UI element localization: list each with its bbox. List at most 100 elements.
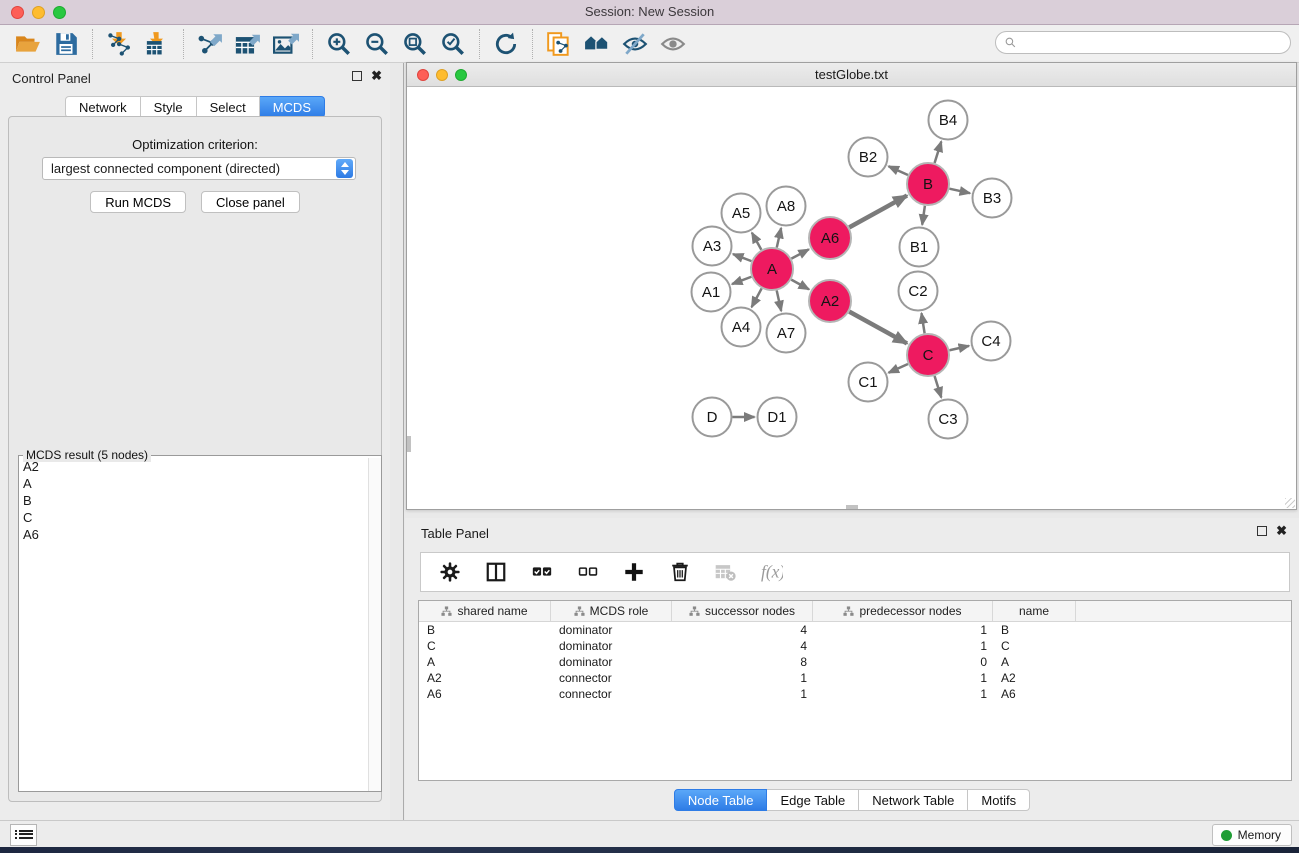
table-row[interactable]: A6connector11A6 <box>419 686 1291 702</box>
column-header-shared-name[interactable]: shared name <box>419 601 551 621</box>
cell-successor-nodes[interactable]: 4 <box>672 623 813 637</box>
network-window-titlebar[interactable]: testGlobe.txt <box>407 63 1296 87</box>
edge-B-B1[interactable] <box>922 206 925 225</box>
close-panel-icon[interactable]: ✖ <box>371 71 382 81</box>
zoom-in-icon[interactable] <box>323 29 355 59</box>
float-panel-icon[interactable] <box>352 71 362 81</box>
edge-A-A8[interactable] <box>777 228 781 248</box>
mcds-result-item[interactable]: A2 <box>19 458 368 475</box>
mcds-result-list[interactable]: A2ABCA6 <box>19 458 368 791</box>
task-history-button[interactable] <box>10 824 37 846</box>
cell-successor-nodes[interactable]: 1 <box>672 687 813 701</box>
cell-shared-name[interactable]: C <box>419 639 551 653</box>
mcds-result-item[interactable]: B <box>19 492 368 509</box>
show-all-icon[interactable] <box>657 29 689 59</box>
cell-successor-nodes[interactable]: 4 <box>672 639 813 653</box>
edge-B-B3[interactable] <box>949 189 970 193</box>
columns-icon[interactable] <box>483 559 509 585</box>
search-input[interactable] <box>1022 34 1290 52</box>
tab-motifs[interactable]: Motifs <box>968 789 1030 811</box>
float-table-panel-icon[interactable] <box>1257 526 1267 536</box>
copy-network-icon[interactable] <box>543 29 575 59</box>
tab-network[interactable]: Network <box>65 96 141 118</box>
column-header-name[interactable]: name <box>993 601 1076 621</box>
tab-network-table[interactable]: Network Table <box>859 789 968 811</box>
cell-predecessor-nodes[interactable]: 1 <box>813 671 993 685</box>
tab-node-table[interactable]: Node Table <box>674 789 768 811</box>
cell-shared-name[interactable]: B <box>419 623 551 637</box>
table-row[interactable]: Bdominator41B <box>419 622 1291 638</box>
close-panel-button[interactable]: Close panel <box>201 191 300 213</box>
network-view[interactable]: AA6A2BCA5A8A3A1A4A7B2B4B3B1C2C4C1C3DD1 <box>407 87 1296 509</box>
edge-A-A5[interactable] <box>752 233 761 250</box>
memory-button[interactable]: Memory <box>1212 824 1292 846</box>
tab-edge-table[interactable]: Edge Table <box>767 789 859 811</box>
first-neighbors-icon[interactable] <box>581 29 613 59</box>
edge-C-C2[interactable] <box>921 313 924 333</box>
network-vscroll-thumb[interactable] <box>407 436 411 452</box>
run-mcds-button[interactable]: Run MCDS <box>90 191 186 213</box>
cell-name[interactable]: A <box>993 655 1076 669</box>
table-row[interactable]: A2connector11A2 <box>419 670 1291 686</box>
cell-MCDS-role[interactable]: dominator <box>551 655 672 669</box>
optimization-criterion-select[interactable]: largest connected component (directed) <box>42 157 356 180</box>
cell-name[interactable]: C <box>993 639 1076 653</box>
mcds-result-item[interactable]: C <box>19 509 368 526</box>
cell-shared-name[interactable]: A <box>419 655 551 669</box>
cell-name[interactable]: B <box>993 623 1076 637</box>
save-session-icon[interactable] <box>50 29 82 59</box>
refresh-icon[interactable] <box>490 29 522 59</box>
mcds-result-scrollbar[interactable] <box>368 458 381 791</box>
mcds-result-item[interactable]: A6 <box>19 526 368 543</box>
cell-predecessor-nodes[interactable]: 1 <box>813 623 993 637</box>
open-session-icon[interactable] <box>12 29 44 59</box>
tab-select[interactable]: Select <box>197 96 260 118</box>
mcds-result-item[interactable]: A <box>19 475 368 492</box>
column-header-MCDS-role[interactable]: MCDS role <box>551 601 672 621</box>
cell-shared-name[interactable]: A6 <box>419 687 551 701</box>
cell-successor-nodes[interactable]: 8 <box>672 655 813 669</box>
export-image-icon[interactable] <box>270 29 302 59</box>
zoom-fit-icon[interactable] <box>399 29 431 59</box>
column-header-predecessor-nodes[interactable]: predecessor nodes <box>813 601 993 621</box>
close-table-panel-icon[interactable]: ✖ <box>1276 526 1287 536</box>
import-network-icon[interactable] <box>103 29 135 59</box>
cell-successor-nodes[interactable]: 1 <box>672 671 813 685</box>
tab-style[interactable]: Style <box>141 96 197 118</box>
edge-A2-C[interactable] <box>849 312 907 344</box>
edge-A-A6[interactable] <box>791 249 808 258</box>
edge-C-C3[interactable] <box>935 376 942 398</box>
tab-mcds[interactable]: MCDS <box>260 96 325 118</box>
cell-name[interactable]: A2 <box>993 671 1076 685</box>
table-row[interactable]: Adominator80A <box>419 654 1291 670</box>
cell-MCDS-role[interactable]: connector <box>551 671 672 685</box>
edge-B-B2[interactable] <box>889 166 908 175</box>
cell-MCDS-role[interactable]: dominator <box>551 623 672 637</box>
cell-MCDS-role[interactable]: dominator <box>551 639 672 653</box>
search-box[interactable] <box>995 31 1291 54</box>
edge-A6-B[interactable] <box>849 196 907 228</box>
edge-A-A4[interactable] <box>752 288 762 307</box>
edge-A-A2[interactable] <box>791 280 809 290</box>
cell-MCDS-role[interactable]: connector <box>551 687 672 701</box>
add-row-icon[interactable] <box>621 559 647 585</box>
column-header-successor-nodes[interactable]: successor nodes <box>672 601 813 621</box>
import-table-icon[interactable] <box>141 29 173 59</box>
edge-A-A7[interactable] <box>777 290 781 311</box>
select-all-icon[interactable] <box>529 559 555 585</box>
cell-predecessor-nodes[interactable]: 1 <box>813 687 993 701</box>
cell-predecessor-nodes[interactable]: 0 <box>813 655 993 669</box>
zoom-out-icon[interactable] <box>361 29 393 59</box>
network-hscroll-thumb[interactable] <box>846 505 858 509</box>
edge-C-C1[interactable] <box>889 364 908 373</box>
settings-icon[interactable] <box>437 559 463 585</box>
edge-A-A3[interactable] <box>733 254 751 261</box>
export-network-icon[interactable] <box>194 29 226 59</box>
deselect-all-icon[interactable] <box>575 559 601 585</box>
cell-name[interactable]: A6 <box>993 687 1076 701</box>
zoom-selected-icon[interactable] <box>437 29 469 59</box>
resize-grip-icon[interactable] <box>1285 498 1295 508</box>
hide-selected-icon[interactable] <box>619 29 651 59</box>
export-table-icon[interactable] <box>232 29 264 59</box>
edge-C-C4[interactable] <box>949 346 969 350</box>
